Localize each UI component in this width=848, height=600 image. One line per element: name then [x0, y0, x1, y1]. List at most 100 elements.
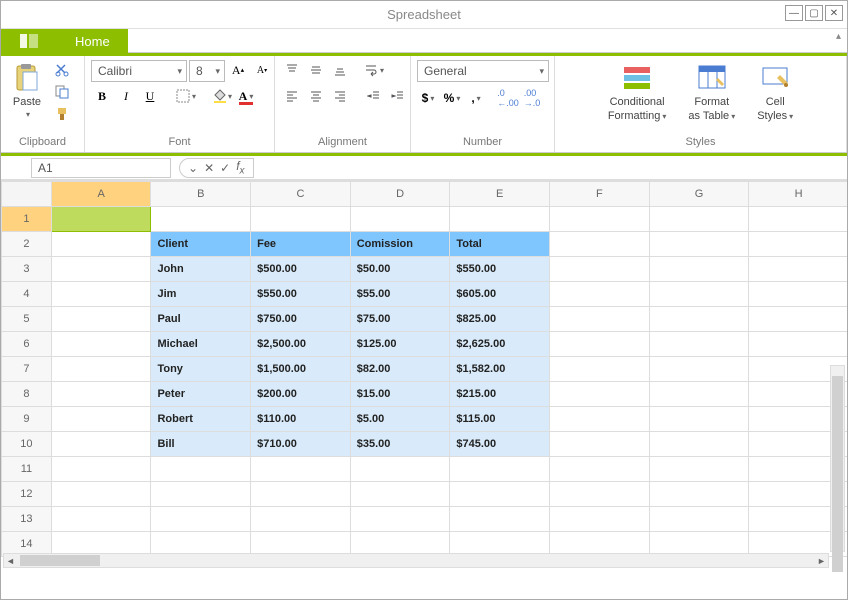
- formula-dropdown-icon[interactable]: ⌄: [188, 161, 198, 175]
- col-header[interactable]: G: [649, 182, 749, 207]
- formula-cancel-icon[interactable]: ✕: [204, 161, 214, 175]
- vertical-scrollbar[interactable]: [830, 365, 845, 552]
- number-format-combo[interactable]: General▾: [417, 60, 549, 82]
- align-center-button[interactable]: [305, 86, 327, 106]
- cell[interactable]: Tony: [151, 357, 251, 382]
- increase-indent-button[interactable]: [387, 86, 409, 106]
- col-header[interactable]: H: [749, 182, 847, 207]
- cell[interactable]: $550.00: [251, 282, 351, 307]
- scroll-left-icon[interactable]: ◄: [4, 554, 17, 567]
- row-header[interactable]: 2: [2, 232, 52, 257]
- row-header[interactable]: 7: [2, 357, 52, 382]
- spreadsheet-grid[interactable]: A B C D E F G H 1 2 Client Fee Comission…: [1, 180, 847, 572]
- cell[interactable]: Michael: [151, 332, 251, 357]
- cell[interactable]: Jim: [151, 282, 251, 307]
- cell[interactable]: $2,500.00: [251, 332, 351, 357]
- col-header[interactable]: D: [350, 182, 450, 207]
- cell[interactable]: [151, 207, 251, 232]
- col-header[interactable]: C: [251, 182, 351, 207]
- font-name-combo[interactable]: Calibri▾: [91, 60, 187, 82]
- cell[interactable]: $550.00: [450, 257, 550, 282]
- ribbon-expand-icon[interactable]: ▴: [836, 31, 841, 42]
- scrollbar-thumb[interactable]: [832, 376, 843, 572]
- row-header[interactable]: 5: [2, 307, 52, 332]
- format-painter-button[interactable]: [51, 104, 73, 124]
- comma-button[interactable]: ,▾: [465, 88, 487, 108]
- cell[interactable]: $55.00: [350, 282, 450, 307]
- cell[interactable]: $200.00: [251, 382, 351, 407]
- col-header[interactable]: A: [51, 182, 151, 207]
- conditional-formatting-button[interactable]: Conditional Formatting▾: [604, 60, 671, 134]
- row-header[interactable]: 9: [2, 407, 52, 432]
- increase-font-button[interactable]: A▴: [227, 60, 249, 80]
- italic-button[interactable]: I: [115, 86, 137, 106]
- cut-button[interactable]: [51, 60, 73, 80]
- cell[interactable]: Fee: [251, 232, 351, 257]
- cell[interactable]: $825.00: [450, 307, 550, 332]
- cell[interactable]: Robert: [151, 407, 251, 432]
- row-header[interactable]: 1: [2, 207, 52, 232]
- cell[interactable]: Total: [450, 232, 550, 257]
- bold-button[interactable]: B: [91, 86, 113, 106]
- decrease-decimal-button[interactable]: .00→.0: [521, 88, 543, 108]
- decrease-font-button[interactable]: A▾: [251, 60, 273, 80]
- maximize-button[interactable]: ▢: [805, 5, 823, 21]
- tab-home[interactable]: Home: [57, 29, 128, 53]
- cell[interactable]: $110.00: [251, 407, 351, 432]
- close-button[interactable]: ✕: [825, 5, 843, 21]
- cell[interactable]: Paul: [151, 307, 251, 332]
- cell[interactable]: $1,582.00: [450, 357, 550, 382]
- minimize-button[interactable]: —: [785, 5, 803, 21]
- col-header[interactable]: F: [550, 182, 650, 207]
- cell[interactable]: [51, 207, 151, 232]
- wrap-text-button[interactable]: ▾: [363, 60, 385, 80]
- align-bottom-button[interactable]: [329, 60, 351, 80]
- font-color-button[interactable]: A▾: [235, 86, 257, 106]
- row-header[interactable]: 13: [2, 507, 52, 532]
- col-header[interactable]: B: [151, 182, 251, 207]
- row-header[interactable]: 4: [2, 282, 52, 307]
- cell[interactable]: $15.00: [350, 382, 450, 407]
- cell[interactable]: $1,500.00: [251, 357, 351, 382]
- underline-button[interactable]: U: [139, 86, 161, 106]
- cell[interactable]: Bill: [151, 432, 251, 457]
- paste-button[interactable]: Paste ▾: [7, 60, 47, 121]
- font-size-combo[interactable]: 8▾: [189, 60, 225, 82]
- cell[interactable]: $2,625.00: [450, 332, 550, 357]
- row-header[interactable]: 8: [2, 382, 52, 407]
- currency-button[interactable]: $▾: [417, 88, 439, 108]
- cell[interactable]: Comission: [350, 232, 450, 257]
- col-header[interactable]: E: [450, 182, 550, 207]
- cell[interactable]: $500.00: [251, 257, 351, 282]
- borders-button[interactable]: ▾: [175, 86, 197, 106]
- cell[interactable]: $710.00: [251, 432, 351, 457]
- cell[interactable]: $35.00: [350, 432, 450, 457]
- fill-color-button[interactable]: ▾: [211, 86, 233, 106]
- horizontal-scrollbar[interactable]: ◄ ►: [3, 553, 829, 568]
- align-left-button[interactable]: [281, 86, 303, 106]
- scrollbar-thumb[interactable]: [20, 555, 100, 566]
- cell[interactable]: $5.00: [350, 407, 450, 432]
- cell[interactable]: $125.00: [350, 332, 450, 357]
- scroll-right-icon[interactable]: ►: [815, 554, 828, 567]
- cell[interactable]: $605.00: [450, 282, 550, 307]
- row-header[interactable]: 11: [2, 457, 52, 482]
- formula-accept-icon[interactable]: ✓: [220, 161, 230, 175]
- row-header[interactable]: 6: [2, 332, 52, 357]
- cell[interactable]: John: [151, 257, 251, 282]
- row-header[interactable]: 3: [2, 257, 52, 282]
- cell[interactable]: $215.00: [450, 382, 550, 407]
- copy-button[interactable]: [51, 82, 73, 102]
- percent-button[interactable]: %▾: [441, 88, 463, 108]
- row-header[interactable]: 12: [2, 482, 52, 507]
- cell[interactable]: Client: [151, 232, 251, 257]
- format-as-table-button[interactable]: Format as Table▾: [684, 60, 739, 134]
- row-header[interactable]: 10: [2, 432, 52, 457]
- cell[interactable]: $75.00: [350, 307, 450, 332]
- cell[interactable]: $50.00: [350, 257, 450, 282]
- align-right-button[interactable]: [329, 86, 351, 106]
- decrease-indent-button[interactable]: [363, 86, 385, 106]
- fx-icon[interactable]: fx: [236, 159, 244, 176]
- cell[interactable]: $82.00: [350, 357, 450, 382]
- align-top-button[interactable]: [281, 60, 303, 80]
